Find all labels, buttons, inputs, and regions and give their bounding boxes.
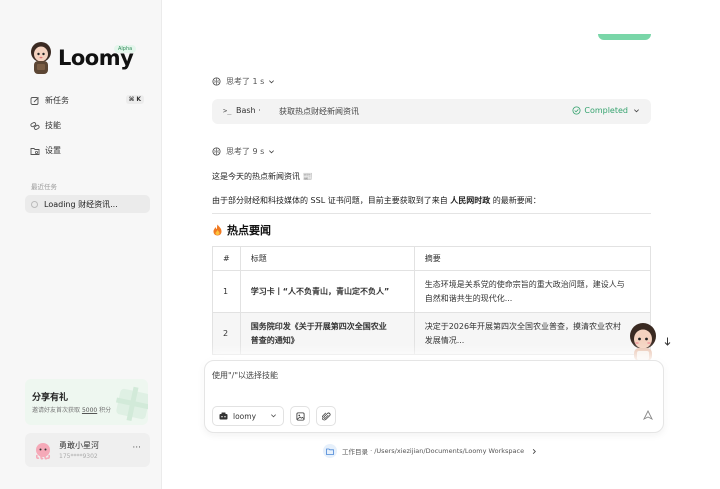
sidebar-item-skills[interactable]: 技能 bbox=[25, 117, 150, 134]
reply-note-post: 的最新要闻： bbox=[490, 196, 541, 205]
paperclip-icon bbox=[321, 412, 330, 420]
chat-input[interactable]: 使用"/"以选择技能 bbox=[212, 370, 278, 381]
user-name: 勇敢小星河 bbox=[59, 441, 99, 450]
sidebar-nav: 新任务 ⌘ K 技能 设置 bbox=[25, 92, 150, 167]
recent-task-label: Loading 财经资讯... bbox=[44, 199, 118, 209]
share-reward-card[interactable]: 分享有礼 邀请好友首次获取 5000 积分 bbox=[25, 379, 148, 425]
chevron-right-icon bbox=[531, 448, 537, 455]
table-row: 2 国务院印发《关于开展第四次全国农业 普查的通知》 决定于2026年开展第四次全… bbox=[212, 312, 652, 355]
mascot-icon bbox=[31, 42, 51, 74]
workspace-label: 工作目录 bbox=[342, 448, 368, 456]
chevron-down-icon bbox=[268, 148, 275, 155]
more-options-icon[interactable]: ··· bbox=[132, 443, 141, 453]
sidebar-item-label: 设置 bbox=[45, 146, 61, 155]
reply-intro: 这是今天的热点新闻资讯 📰 bbox=[212, 172, 313, 181]
image-icon bbox=[295, 411, 305, 421]
divider bbox=[212, 213, 651, 214]
workspace-path-text: /Users/xiezijian/Documents/Loomy Workspa… bbox=[374, 447, 525, 455]
workspace-path[interactable]: 工作目录 · /Users/xiezijian/Documents/Loomy … bbox=[323, 444, 537, 458]
user-phone: 175****9302 bbox=[59, 453, 98, 460]
reply-note-pre: 由于部分财经和科技媒体的 SSL 证书问题，目前主要获取到了来自 bbox=[212, 196, 451, 205]
brain-icon bbox=[212, 147, 221, 156]
model-selector[interactable]: loomy bbox=[212, 406, 284, 426]
table-header: 标题 bbox=[239, 246, 415, 271]
folder-settings-icon bbox=[30, 146, 40, 156]
chevron-down-icon bbox=[268, 78, 275, 85]
reply-note-source: 人民网时政 bbox=[450, 196, 491, 205]
model-icon bbox=[219, 412, 228, 420]
summary-line: 决定于2026年开展第四次全国农业普查，摸清农业农村 bbox=[424, 321, 622, 331]
avatar bbox=[35, 443, 51, 460]
table-cell-num: 1 bbox=[212, 270, 241, 313]
tool-description: 获取热点财经新闻资讯 bbox=[279, 107, 359, 116]
table-row: 1 学习卡丨“人不负青山，青山定不负人” 生态环境是关系党的使命宗旨的重大政治问… bbox=[212, 270, 652, 313]
chevron-down-icon bbox=[633, 107, 640, 114]
shortcut-badge: ⌘ K bbox=[125, 95, 144, 104]
summary-line: 自然和谐共生的现代化... bbox=[424, 293, 513, 303]
recent-tasks-label: 最近任务 bbox=[31, 183, 57, 191]
share-points: 5000 bbox=[81, 407, 98, 414]
alpha-badge: Alpha bbox=[114, 45, 137, 53]
thinking-label: 思考了 9 s bbox=[226, 147, 265, 156]
sidebar-item-label: 新任务 bbox=[45, 96, 69, 105]
tool-call-row[interactable]: >_ Bash · 获取热点财经新闻资讯 Completed bbox=[212, 99, 651, 124]
edit-icon bbox=[30, 96, 40, 106]
table-cell-title: 国务院印发《关于开展第四次全国农业 普查的通知》 bbox=[239, 312, 415, 355]
title-line: 国务院印发《关于开展第四次全国农业 bbox=[250, 321, 387, 331]
sidebar: Loomy Alpha 新任务 ⌘ K 技能 设置 最近任务 Loading 财… bbox=[0, 0, 162, 489]
thinking-label: 思考了 1 s bbox=[226, 77, 265, 86]
attach-file-button[interactable] bbox=[316, 406, 336, 426]
table-cell-summary: 决定于2026年开展第四次全国农业普查，摸清农业农村 发展情况... bbox=[413, 312, 652, 355]
mascot-icon[interactable] bbox=[625, 321, 661, 363]
chat-input-box[interactable]: 使用"/"以选择技能 loomy bbox=[204, 360, 664, 433]
loading-spinner-icon bbox=[31, 200, 38, 208]
model-name: loomy bbox=[233, 411, 257, 421]
summary-line: 生态环境是关系党的使命宗旨的重大政治问题，建设人与 bbox=[424, 279, 625, 289]
scroll-down-icon[interactable] bbox=[664, 337, 671, 348]
workspace-separator: · bbox=[370, 447, 373, 455]
link-icon bbox=[30, 121, 40, 131]
send-icon[interactable] bbox=[643, 410, 653, 420]
table-header: # bbox=[212, 246, 241, 271]
sidebar-item-new-task[interactable]: 新任务 ⌘ K bbox=[25, 92, 150, 109]
tool-status-label: Completed bbox=[584, 106, 628, 115]
table-cell-title: 学习卡丨“人不负青山，青山定不负人” bbox=[239, 270, 415, 313]
recent-task-item[interactable]: Loading 财经资讯... bbox=[25, 195, 150, 213]
section-heading-text: 热点要闻 bbox=[227, 224, 271, 237]
tool-separator: · bbox=[258, 106, 261, 115]
news-table: # 标题 摘要 1 学习卡丨“人不负青山，青山定不负人” 生态环境是关系党的使命… bbox=[212, 246, 652, 355]
thinking-toggle-1[interactable]: 思考了 1 s bbox=[212, 76, 275, 87]
check-circle-icon bbox=[572, 106, 581, 115]
fire-icon bbox=[212, 224, 223, 236]
tool-name: Bash · bbox=[236, 106, 261, 115]
brain-icon bbox=[212, 77, 221, 86]
folder-icon bbox=[323, 444, 337, 458]
image-upload-button[interactable] bbox=[290, 406, 310, 426]
chevron-down-icon bbox=[270, 412, 277, 419]
section-heading: 热点要闻 bbox=[212, 222, 271, 238]
table-cell-num: 2 bbox=[212, 312, 241, 355]
title-line: 普查的通知》 bbox=[250, 335, 299, 345]
table-header: 摘要 bbox=[413, 246, 652, 271]
sidebar-item-settings[interactable]: 设置 bbox=[25, 142, 150, 159]
share-subtitle-post: 积分 bbox=[99, 407, 112, 414]
terminal-icon: >_ bbox=[223, 107, 232, 115]
table-cell-summary: 生态环境是关系党的使命宗旨的重大政治问题，建设人与 自然和谐共生的现代化... bbox=[413, 270, 652, 313]
tool-status: Completed bbox=[572, 106, 640, 115]
thinking-toggle-2[interactable]: 思考了 9 s bbox=[212, 146, 275, 157]
user-profile-card[interactable]: 勇敢小星河 175****9302 ··· bbox=[25, 433, 150, 467]
summary-line: 发展情况... bbox=[424, 335, 465, 345]
table-header-row: # 标题 摘要 bbox=[212, 246, 652, 271]
tool-name-text: Bash bbox=[236, 106, 256, 115]
top-status-pill bbox=[598, 34, 651, 40]
share-subtitle-pre: 邀请好友首次获取 bbox=[32, 407, 81, 414]
share-title: 分享有礼 bbox=[32, 393, 69, 403]
reply-note: 由于部分财经和科技媒体的 SSL 证书问题，目前主要获取到了来自 人民网时政 的… bbox=[212, 195, 541, 206]
sidebar-item-label: 技能 bbox=[45, 121, 61, 130]
share-subtitle: 邀请好友首次获取 5000 积分 bbox=[32, 405, 111, 414]
gift-icon bbox=[115, 386, 148, 422]
